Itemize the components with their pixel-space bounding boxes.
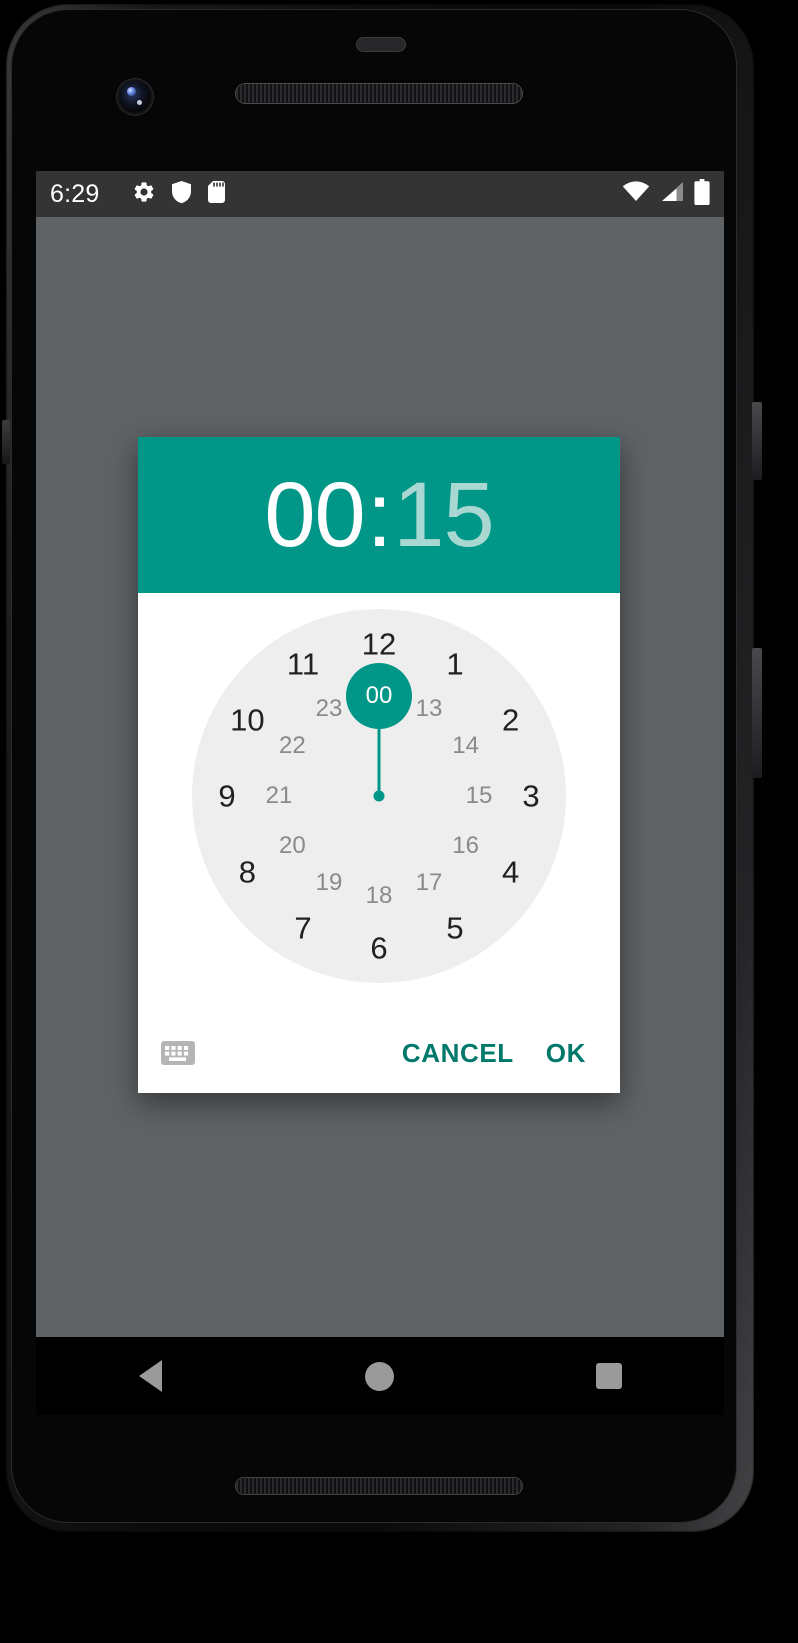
clock-number-20[interactable]: 20 — [279, 834, 306, 858]
clock-number-5[interactable]: 5 — [446, 912, 463, 943]
settings-gear-icon — [132, 180, 156, 209]
dialog-action-row: CANCEL OK — [138, 1013, 620, 1093]
clock-number-4[interactable]: 4 — [502, 857, 519, 888]
battery-icon — [694, 178, 710, 210]
shield-icon — [171, 180, 192, 209]
clock-number-17[interactable]: 17 — [416, 870, 443, 895]
clock-face[interactable]: 12 1 2 3 4 5 6 7 8 9 10 11 00 13 14 15 16 17 18 19 20 21 22 23 — [192, 609, 566, 983]
clock-number-6[interactable]: 6 — [370, 933, 387, 964]
wifi-icon — [622, 180, 650, 209]
power-button[interactable] — [752, 402, 762, 480]
status-bar: 6:29 — [36, 171, 724, 217]
status-bar-left: 6:29 — [50, 180, 622, 209]
recents-square-icon — [596, 1363, 623, 1389]
phone-screen: 6: 2 9 00: 15 12 1 2 3 4 5 6 7 8 9 10 11 … — [36, 171, 724, 1337]
clock-number-10[interactable]: 10 — [230, 705, 264, 736]
clock-number-13[interactable]: 13 — [416, 697, 443, 721]
back-triangle-icon — [139, 1360, 163, 1392]
phone-device: 6: 2 9 00: 15 12 1 2 3 4 5 6 7 8 9 10 11 … — [0, 0, 798, 1643]
clock-number-8[interactable]: 8 — [239, 857, 256, 888]
clock-number-23[interactable]: 23 — [316, 697, 343, 721]
top-notch-speaker — [357, 38, 405, 51]
clock-number-15[interactable]: 15 — [466, 784, 493, 808]
time-display: 00 : 15 — [264, 464, 494, 566]
cancel-button[interactable]: CANCEL — [386, 1028, 530, 1079]
clock-number-1[interactable]: 1 — [446, 649, 463, 680]
clock-number-00[interactable]: 00 — [366, 684, 393, 708]
clock-number-9[interactable]: 9 — [218, 781, 235, 812]
left-side-button[interactable] — [2, 420, 10, 464]
hour-field[interactable]: 00 — [264, 469, 365, 561]
clock-number-22[interactable]: 22 — [279, 734, 306, 758]
time-picker-dialog: 00 : 15 12 1 2 3 4 5 6 7 8 9 10 11 00 13 14 15 16 17 18 19 2… — [138, 437, 620, 1093]
clock-number-3[interactable]: 3 — [522, 781, 539, 812]
minute-field[interactable]: 15 — [393, 469, 494, 561]
nav-back-button[interactable] — [106, 1352, 196, 1400]
clock-picker[interactable]: 12 1 2 3 4 5 6 7 8 9 10 11 00 13 14 15 16 17 18 19 20 21 22 23 — [138, 593, 620, 1013]
home-circle-icon — [365, 1361, 395, 1391]
ok-button[interactable]: OK — [530, 1028, 602, 1079]
status-bar-clock: 6:29 — [50, 179, 100, 208]
front-camera-icon — [119, 81, 151, 113]
nav-home-button[interactable] — [335, 1352, 425, 1400]
android-navigation-bar — [36, 1337, 724, 1415]
cellular-signal-icon — [659, 180, 685, 209]
clock-hand-center — [373, 790, 385, 802]
time-separator: : — [366, 464, 393, 566]
clock-number-18[interactable]: 18 — [366, 884, 393, 908]
clock-number-14[interactable]: 14 — [452, 734, 479, 758]
keyboard-icon[interactable] — [156, 1031, 200, 1075]
earpiece-speaker-icon — [236, 84, 522, 103]
nav-recents-button[interactable] — [564, 1352, 654, 1400]
status-bar-right — [622, 178, 710, 210]
clock-number-19[interactable]: 19 — [316, 870, 343, 895]
sd-card-icon — [207, 180, 226, 209]
clock-number-7[interactable]: 7 — [294, 912, 311, 943]
clock-number-16[interactable]: 16 — [452, 834, 479, 858]
time-picker-header: 00 : 15 — [138, 437, 620, 593]
clock-number-21[interactable]: 21 — [266, 784, 293, 808]
volume-button[interactable] — [752, 648, 762, 778]
clock-number-12[interactable]: 12 — [362, 629, 396, 660]
clock-number-2[interactable]: 2 — [502, 705, 519, 736]
clock-number-11[interactable]: 11 — [287, 649, 319, 680]
bottom-speaker-icon — [236, 1478, 522, 1494]
